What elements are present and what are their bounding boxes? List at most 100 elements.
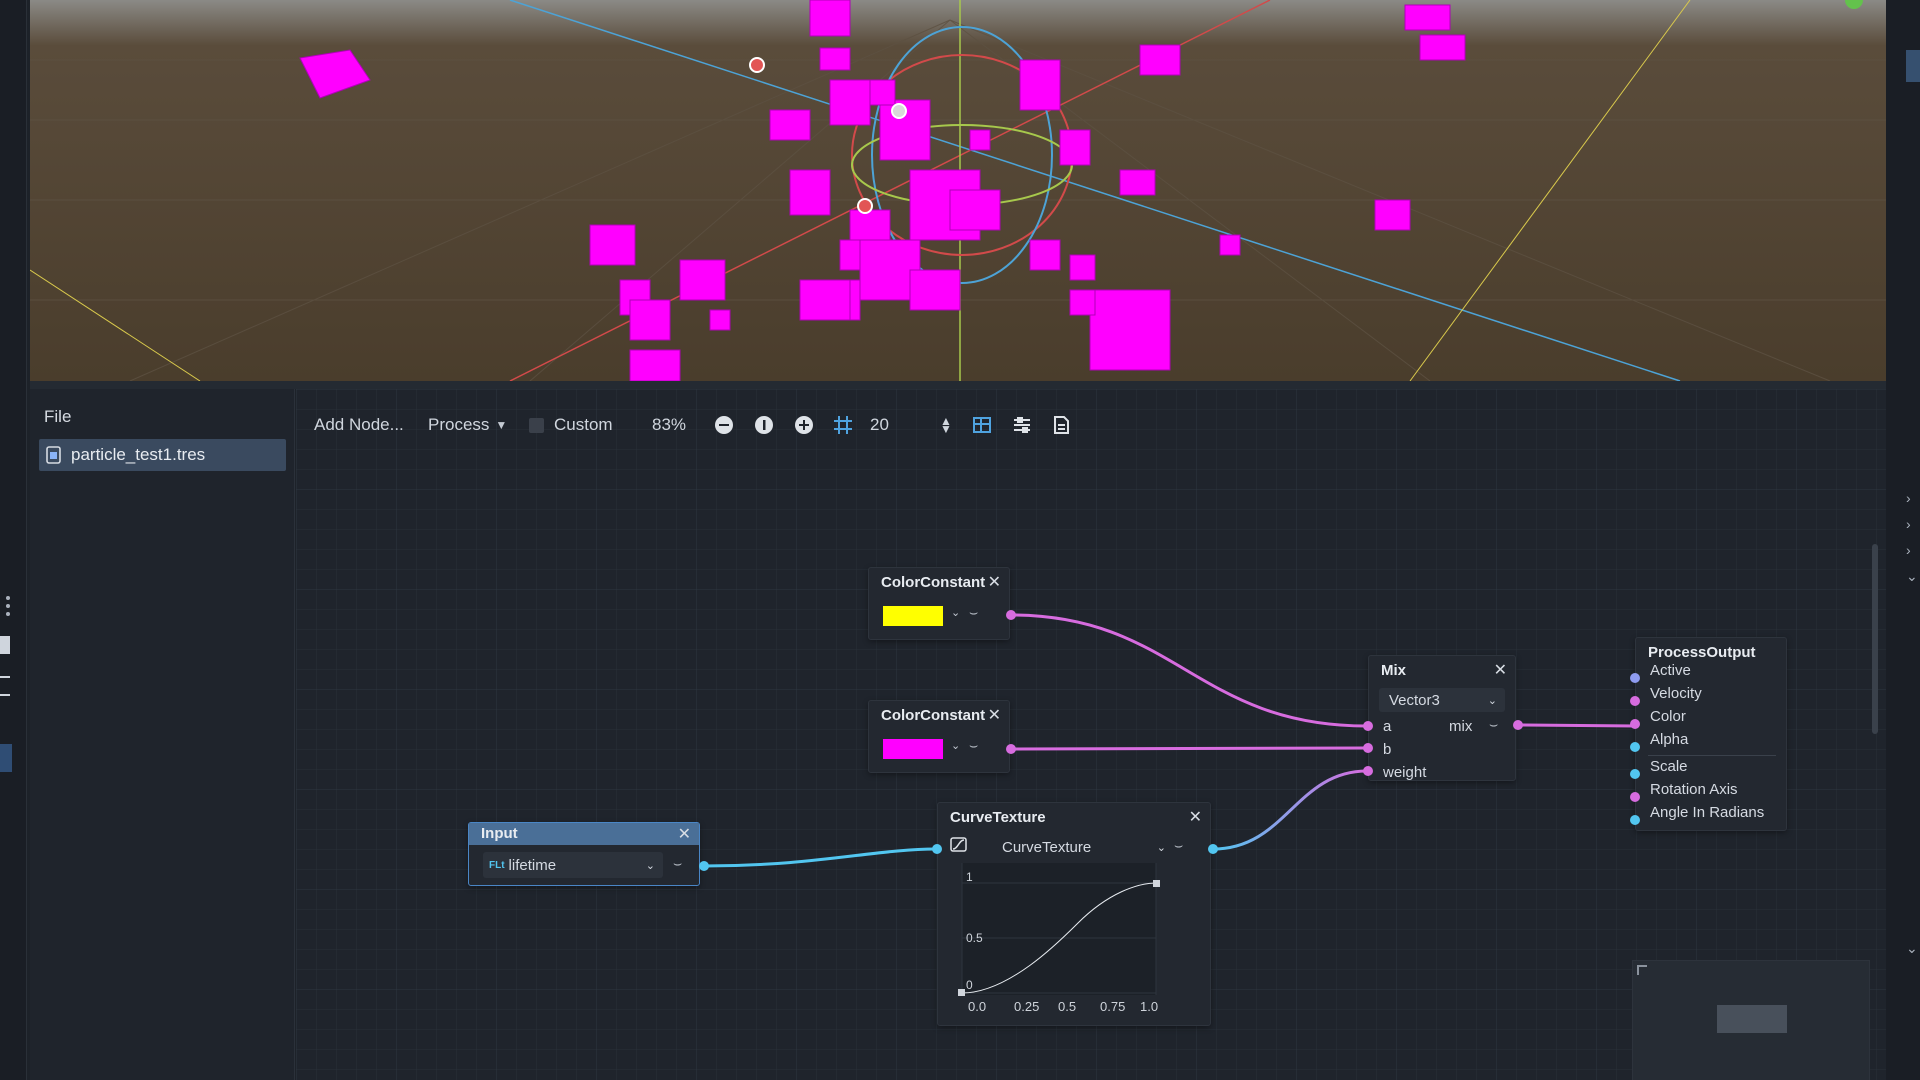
node-title: Input bbox=[481, 825, 518, 842]
file-name: particle_test1.tres bbox=[71, 445, 206, 464]
curve-resource-label: CurveTexture bbox=[1002, 838, 1092, 856]
input-port-angle[interactable] bbox=[1629, 814, 1641, 826]
code-icon[interactable] bbox=[1052, 410, 1070, 440]
port-label-velocity: Velocity bbox=[1650, 685, 1702, 702]
graph-toolbar: Add Node... Process ▼ Custom 83% 20 ▲ ▼ bbox=[296, 389, 1886, 461]
node-mix[interactable]: Mix ✕ Vector3 ⌄ a b weight mix ⌣ bbox=[1368, 655, 1516, 781]
port-label-alpha: Alpha bbox=[1650, 731, 1689, 748]
chevron-down-icon: ⌄ bbox=[645, 859, 655, 872]
node-title: ColorConstant bbox=[881, 574, 986, 591]
dock-active-tab[interactable] bbox=[0, 744, 12, 772]
input-port-alpha[interactable] bbox=[1629, 741, 1641, 753]
port-label-b: b bbox=[1383, 741, 1392, 758]
zoom-in-icon[interactable] bbox=[794, 410, 814, 440]
port-label-weight: weight bbox=[1383, 764, 1427, 781]
node-color-constant-yellow[interactable]: ColorConstant ✕ ⌄ ⌣ bbox=[868, 567, 1010, 640]
chevron-down-icon[interactable]: ⌄ bbox=[1906, 940, 1918, 957]
chevron-right-icon[interactable]: › bbox=[1906, 542, 1911, 558]
arrange-icon[interactable] bbox=[1012, 410, 1032, 440]
minimap-icon[interactable] bbox=[972, 410, 992, 440]
output-port-mix[interactable] bbox=[1512, 719, 1524, 731]
mode-select[interactable]: Process ▼ bbox=[428, 410, 507, 440]
preview-toggle-icon[interactable]: ⌣ bbox=[969, 737, 978, 754]
preview-toggle-icon[interactable]: ⌣ bbox=[1174, 837, 1183, 854]
x-tick-label: 0.5 bbox=[1058, 999, 1076, 1014]
dock-active-tab[interactable] bbox=[1906, 50, 1920, 82]
viewport-scene bbox=[30, 0, 1887, 381]
snap-distance-spinbox[interactable]: 20 bbox=[870, 410, 889, 440]
snap-grid-icon[interactable] bbox=[832, 410, 854, 440]
node-color-constant-magenta[interactable]: ColorConstant ✕ ⌄ ⌣ bbox=[868, 700, 1010, 773]
x-tick-label: 0.0 bbox=[968, 999, 986, 1014]
zoom-level[interactable]: 83% bbox=[652, 410, 686, 440]
input-port-weight[interactable] bbox=[1362, 765, 1374, 777]
input-port-b[interactable] bbox=[1362, 742, 1374, 754]
port-label-scale: Scale bbox=[1650, 758, 1688, 775]
node-title: Mix bbox=[1381, 662, 1407, 679]
output-port[interactable] bbox=[1207, 843, 1219, 855]
preview-toggle-icon[interactable]: ⌣ bbox=[1489, 716, 1498, 733]
curve-preview[interactable]: 1 0.5 0 0.0 0.25 0.5 0.75 1.0 bbox=[948, 863, 1198, 1023]
close-icon[interactable]: ✕ bbox=[988, 705, 1001, 725]
input-port-velocity[interactable] bbox=[1629, 695, 1641, 707]
close-icon[interactable]: ✕ bbox=[988, 572, 1001, 592]
custom-toggle[interactable]: Custom bbox=[529, 410, 613, 440]
port-label-rotation-axis: Rotation Axis bbox=[1650, 781, 1738, 798]
input-name-select[interactable]: FLt lifetime ⌄ bbox=[483, 852, 663, 878]
zoom-reset-icon[interactable] bbox=[754, 410, 774, 440]
input-port-active[interactable] bbox=[1629, 672, 1641, 684]
x-tick-label: 0.75 bbox=[1100, 999, 1125, 1014]
graph-minimap[interactable] bbox=[1632, 960, 1870, 1080]
curve-resource-picker[interactable]: CurveTexture ⌄ bbox=[978, 835, 1166, 859]
file-list-item[interactable]: particle_test1.tres bbox=[39, 439, 286, 471]
color-swatch[interactable] bbox=[883, 739, 943, 759]
preview-toggle-icon[interactable]: ⌣ bbox=[673, 855, 682, 872]
3d-viewport[interactable] bbox=[30, 0, 1887, 381]
chevron-right-icon[interactable]: › bbox=[1906, 516, 1911, 532]
chevron-down-icon: ▼ bbox=[495, 418, 508, 432]
spinbox-arrows-icon[interactable]: ▲ ▼ bbox=[940, 410, 952, 440]
port-label-angle: Angle In Radians bbox=[1650, 804, 1765, 821]
minimap-view-rect[interactable] bbox=[1717, 1005, 1787, 1033]
chevron-down-icon[interactable]: ⌄ bbox=[1906, 568, 1918, 585]
x-tick-label: 1.0 bbox=[1140, 999, 1158, 1014]
input-port-rotation-axis[interactable] bbox=[1629, 791, 1641, 803]
node-title: ColorConstant bbox=[881, 707, 986, 724]
output-port[interactable] bbox=[698, 860, 710, 872]
mix-type-select[interactable]: Vector3 ⌄ bbox=[1379, 688, 1505, 712]
input-port-a[interactable] bbox=[1362, 720, 1374, 732]
chevron-down-icon[interactable]: ⌄ bbox=[951, 739, 960, 752]
preview-toggle-icon[interactable]: ⌣ bbox=[969, 604, 978, 621]
left-dock-strip bbox=[0, 0, 27, 1080]
separator bbox=[1648, 755, 1776, 756]
zoom-out-icon[interactable] bbox=[714, 410, 734, 440]
output-port[interactable] bbox=[1005, 743, 1017, 755]
node-curve-texture[interactable]: CurveTexture ✕ CurveTexture ⌄ ⌣ 1 0.5 0 … bbox=[937, 802, 1211, 1026]
close-icon[interactable]: ✕ bbox=[678, 824, 691, 844]
chevron-down-icon: ⌄ bbox=[1156, 841, 1166, 854]
close-icon[interactable]: ✕ bbox=[1189, 807, 1202, 827]
minimap-resize-handle[interactable] bbox=[1637, 965, 1647, 975]
add-node-button[interactable]: Add Node... bbox=[314, 410, 404, 440]
file-resource-icon bbox=[46, 446, 61, 464]
visual-shader-graph[interactable]: Add Node... Process ▼ Custom 83% 20 ▲▼ bbox=[296, 389, 1886, 1080]
output-port[interactable] bbox=[1005, 609, 1017, 621]
y-tick-label: 0.5 bbox=[966, 931, 983, 945]
input-port-uv[interactable] bbox=[931, 843, 943, 855]
chevron-right-icon[interactable]: › bbox=[1906, 490, 1911, 506]
mix-type-value: Vector3 bbox=[1389, 691, 1440, 709]
node-input[interactable]: Input ✕ FLt lifetime ⌄ ⌣ bbox=[468, 822, 700, 886]
color-swatch[interactable] bbox=[883, 606, 943, 626]
input-port-scale[interactable] bbox=[1629, 768, 1641, 780]
panel-divider[interactable] bbox=[30, 381, 1887, 389]
dock-list-icon[interactable] bbox=[0, 676, 10, 696]
node-process-output[interactable]: ProcessOutput Active Velocity Color Alph… bbox=[1635, 637, 1787, 831]
chevron-down-icon[interactable]: ⌄ bbox=[951, 606, 960, 619]
dock-grabber[interactable] bbox=[6, 596, 10, 620]
dock-tab-icon[interactable] bbox=[0, 636, 10, 654]
x-tick-label: 0.25 bbox=[1014, 999, 1039, 1014]
close-icon[interactable]: ✕ bbox=[1494, 660, 1507, 680]
file-menu[interactable]: File bbox=[44, 407, 71, 427]
input-port-color[interactable] bbox=[1629, 718, 1641, 730]
custom-checkbox[interactable] bbox=[529, 417, 544, 433]
